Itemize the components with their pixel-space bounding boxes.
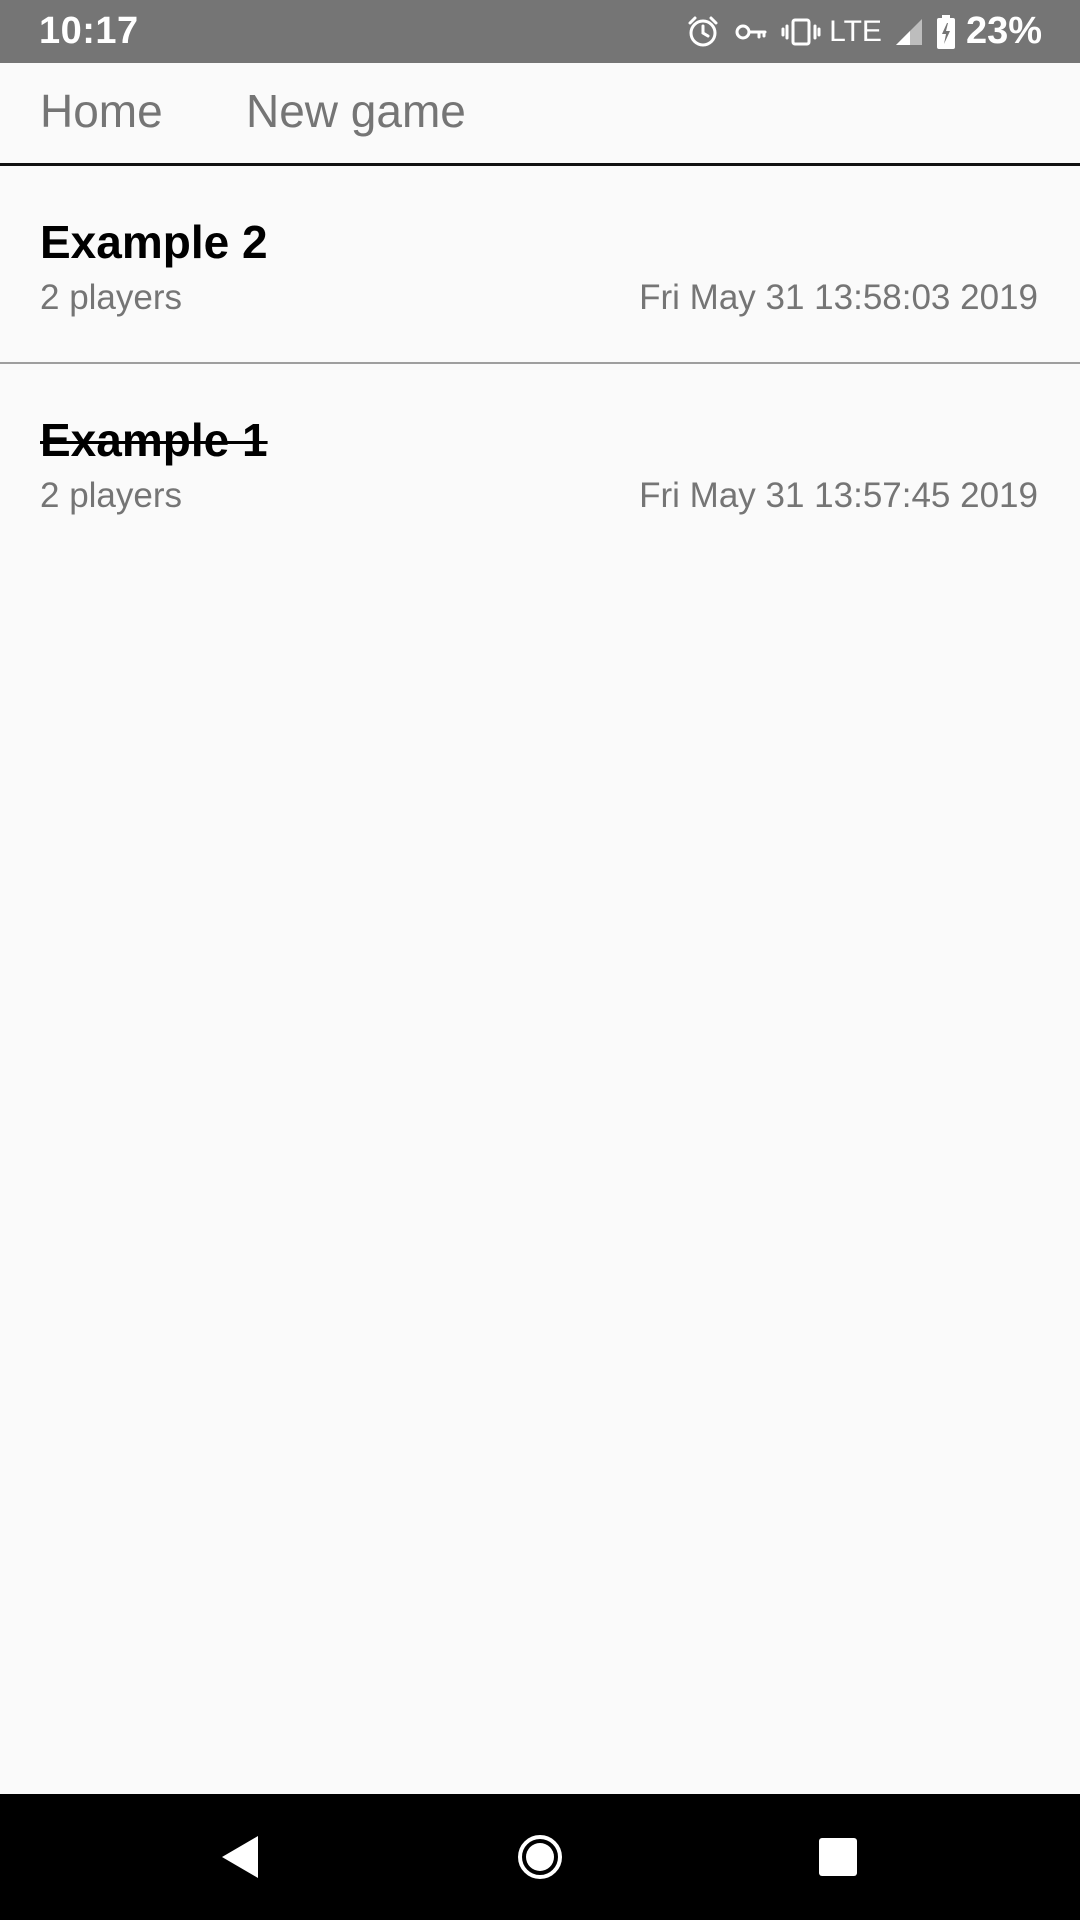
recents-button[interactable] bbox=[778, 1794, 898, 1920]
vibrate-icon bbox=[781, 14, 821, 50]
game-date: Fri May 31 13:57:45 2019 bbox=[639, 476, 1038, 515]
game-list: Example 2 2 players Fri May 31 13:58:03 … bbox=[0, 166, 1080, 560]
status-time: 10:17 bbox=[39, 10, 139, 52]
navigation-bar bbox=[0, 1794, 1080, 1920]
game-name: Example 2 bbox=[40, 216, 268, 268]
battery-charging-icon bbox=[936, 14, 956, 50]
tab-home[interactable]: Home bbox=[40, 63, 163, 163]
recents-icon bbox=[819, 1838, 857, 1876]
game-list-item[interactable]: Example 1 2 players Fri May 31 13:57:45 … bbox=[0, 364, 1080, 560]
battery-percent: 23% bbox=[965, 10, 1042, 52]
network-type: LTE bbox=[829, 15, 882, 48]
back-icon bbox=[222, 1836, 258, 1878]
home-button[interactable] bbox=[480, 1794, 600, 1920]
key-icon bbox=[733, 14, 769, 50]
game-list-item[interactable]: Example 2 2 players Fri May 31 13:58:03 … bbox=[0, 166, 1080, 364]
tab-new-game[interactable]: New game bbox=[246, 63, 466, 163]
game-players: 2 players bbox=[40, 278, 183, 317]
signal-icon bbox=[894, 17, 924, 47]
status-icons: LTE 23% bbox=[673, 0, 1042, 63]
back-button[interactable] bbox=[180, 1794, 300, 1920]
status-bar: 10:17 LTE 23% bbox=[0, 0, 1080, 63]
game-players: 2 players bbox=[40, 476, 183, 515]
game-name: Example 1 bbox=[40, 414, 268, 466]
game-date: Fri May 31 13:58:03 2019 bbox=[639, 278, 1038, 317]
alarm-icon bbox=[685, 14, 721, 50]
home-icon bbox=[518, 1835, 562, 1879]
tab-bar: Home New game bbox=[0, 63, 1080, 166]
